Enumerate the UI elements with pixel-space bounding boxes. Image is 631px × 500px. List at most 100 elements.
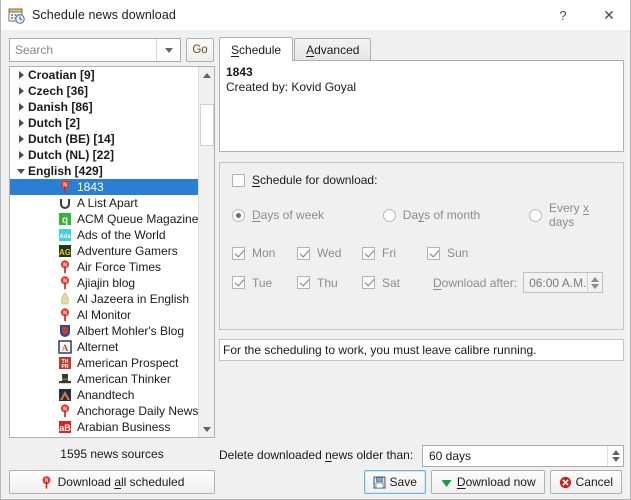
- tree-item-row[interactable]: N 1843: [10, 179, 199, 195]
- scroll-down-button[interactable]: [199, 421, 214, 437]
- tab-advanced[interactable]: Advanced: [294, 38, 372, 61]
- weekday-sat-checkbox[interactable]: [362, 276, 375, 289]
- recipe-title: 1843: [226, 65, 253, 79]
- weekday-thu-label: Thu: [317, 275, 338, 290]
- tree-item-row[interactable]: Ads Ads of the World: [10, 227, 199, 243]
- twisty-collapsed-icon[interactable]: [14, 71, 28, 79]
- delete-older-spin-buttons[interactable]: [607, 446, 623, 466]
- spin-up-icon[interactable]: [591, 276, 600, 282]
- download-all-scheduled-button[interactable]: N Download all scheduled: [9, 470, 215, 494]
- pin-icon: N: [58, 276, 72, 290]
- weekday-sat[interactable]: Sat: [362, 276, 427, 290]
- scrollbar-track[interactable]: [199, 83, 214, 421]
- delete-older-than-label: Delete downloaded news older than:: [219, 448, 414, 462]
- download-after-spin-buttons[interactable]: [587, 273, 603, 292]
- close-icon[interactable]: ✕: [586, 0, 630, 30]
- weekday-sun[interactable]: Sun: [427, 246, 492, 260]
- twisty-expanded-icon[interactable]: [14, 168, 28, 174]
- weekday-fri[interactable]: Fri: [362, 246, 427, 260]
- weekday-thu-checkbox[interactable]: [297, 276, 310, 289]
- tree-item-row[interactable]: Al Jazeera in English: [10, 291, 199, 307]
- weekday-tue-checkbox[interactable]: [232, 276, 245, 289]
- tree-item-row[interactable]: q ACM Queue Magazine: [10, 211, 199, 227]
- save-button[interactable]: Save: [363, 470, 426, 494]
- download-now-button[interactable]: Download now: [430, 470, 545, 494]
- calendar-clock-icon: [8, 7, 25, 24]
- help-button[interactable]: ?: [540, 0, 586, 30]
- tree-scrollbar[interactable]: [198, 67, 214, 437]
- search-combo[interactable]: [9, 38, 181, 62]
- schedule-for-download-checkbox[interactable]: [232, 173, 245, 187]
- tree-group-row[interactable]: English [429]: [10, 163, 199, 179]
- tree-group-row[interactable]: Czech [36]: [10, 83, 199, 99]
- save-label: Save: [389, 475, 417, 489]
- weekday-mon-checkbox[interactable]: [232, 246, 245, 260]
- tree-item-row[interactable]: Anandtech: [10, 387, 199, 403]
- weekday-tue[interactable]: Tue: [232, 276, 297, 290]
- tree-item-row[interactable]: A List Apart: [10, 195, 199, 211]
- svg-text:N: N: [63, 406, 67, 412]
- recipe-author: Created by: Kovid Goyal: [226, 80, 357, 94]
- schedule-mode-radio-group: Days of week Days of month Every x days: [232, 201, 611, 229]
- tree-group-row[interactable]: Dutch (BE) [14]: [10, 131, 199, 147]
- svg-text:Ads: Ads: [59, 234, 71, 240]
- tree-item-label: American Prospect: [77, 356, 179, 370]
- scroll-up-button[interactable]: [199, 67, 214, 83]
- weekday-wed-checkbox[interactable]: [297, 246, 310, 260]
- dialog-button-bar: Save Download now Cancel: [363, 470, 622, 494]
- tree-item-row[interactable]: American Thinker: [10, 371, 199, 387]
- weekday-fri-checkbox[interactable]: [362, 246, 375, 260]
- news-sources-tree[interactable]: Croatian [9] Czech [36] Danish [86] Dutch […: [9, 66, 215, 438]
- spin-down-icon[interactable]: [611, 457, 620, 462]
- tab-schedule[interactable]: Schedule: [219, 37, 294, 61]
- alistapart-icon: [58, 196, 72, 210]
- search-input[interactable]: [10, 40, 156, 60]
- tree-group-row[interactable]: Dutch (NL) [22]: [10, 147, 199, 163]
- tree-item-row[interactable]: N Ajiajin blog: [10, 275, 199, 291]
- weekday-wed[interactable]: Wed: [297, 246, 362, 260]
- radio-days-of-week-indicator[interactable]: [232, 208, 245, 222]
- weekday-row-1: Mon Wed Fri Sun: [232, 246, 611, 260]
- tree-item-row[interactable]: aB Arabian Business: [10, 419, 199, 435]
- tree-item-row[interactable]: AG Adventure Gamers: [10, 243, 199, 259]
- twisty-collapsed-icon[interactable]: [14, 119, 28, 127]
- weekday-mon[interactable]: Mon: [232, 246, 297, 260]
- arabianbusiness-icon: aB: [58, 420, 72, 434]
- tree-item-row[interactable]: N Anchorage Daily News: [10, 403, 199, 419]
- radio-every-x-days-indicator[interactable]: [528, 208, 542, 222]
- spin-down-icon[interactable]: [591, 283, 600, 289]
- tab-advanced-label: dvanced: [314, 43, 360, 57]
- twisty-collapsed-icon[interactable]: [14, 135, 28, 143]
- tree-item-row[interactable]: TH PR American Prospect: [10, 355, 199, 371]
- tree-item-row[interactable]: Albert Mohler's Blog: [10, 323, 199, 339]
- schedule-enable-row[interactable]: Schedule for download:: [232, 173, 611, 187]
- tree-group-row[interactable]: Croatian [9]: [10, 67, 199, 83]
- tree-group-row[interactable]: Danish [86]: [10, 99, 199, 115]
- radio-every-x-days-label: Every x days: [548, 201, 589, 229]
- download-after-spinbox[interactable]: 06:00 A.M.: [523, 272, 604, 293]
- pin-icon: N: [58, 260, 72, 274]
- radio-days-of-month[interactable]: Days of month: [382, 201, 529, 229]
- tree-item-row[interactable]: A Alternet: [10, 339, 199, 355]
- scrollbar-thumb[interactable]: [200, 104, 214, 146]
- twisty-collapsed-icon[interactable]: [14, 87, 28, 95]
- twisty-collapsed-icon[interactable]: [14, 151, 28, 159]
- tab-schedule-label: chedule: [239, 42, 282, 57]
- weekday-mon-label: Mon: [252, 246, 276, 260]
- tree-group-row[interactable]: Dutch [2]: [10, 115, 199, 131]
- spin-up-icon[interactable]: [611, 450, 620, 455]
- radio-days-of-month-indicator[interactable]: [382, 208, 396, 222]
- cancel-button[interactable]: Cancel: [549, 470, 622, 494]
- delete-older-than-spinbox[interactable]: 60 days: [422, 445, 624, 467]
- radio-every-x-days[interactable]: Every x days: [528, 201, 611, 229]
- weekday-sun-checkbox[interactable]: [427, 246, 440, 260]
- tree-item-label: Anchorage Daily News: [77, 404, 199, 418]
- go-button[interactable]: Go: [186, 38, 214, 62]
- tree-item-row[interactable]: N Al Monitor: [10, 307, 199, 323]
- search-dropdown-button[interactable]: [156, 39, 180, 61]
- weekday-thu[interactable]: Thu: [297, 276, 362, 290]
- tree-item-row[interactable]: N Air Force Times: [10, 259, 199, 275]
- radio-days-of-week[interactable]: Days of week: [232, 201, 383, 229]
- twisty-collapsed-icon[interactable]: [14, 103, 28, 111]
- tree-item-label: Al Jazeera in English: [77, 292, 190, 306]
